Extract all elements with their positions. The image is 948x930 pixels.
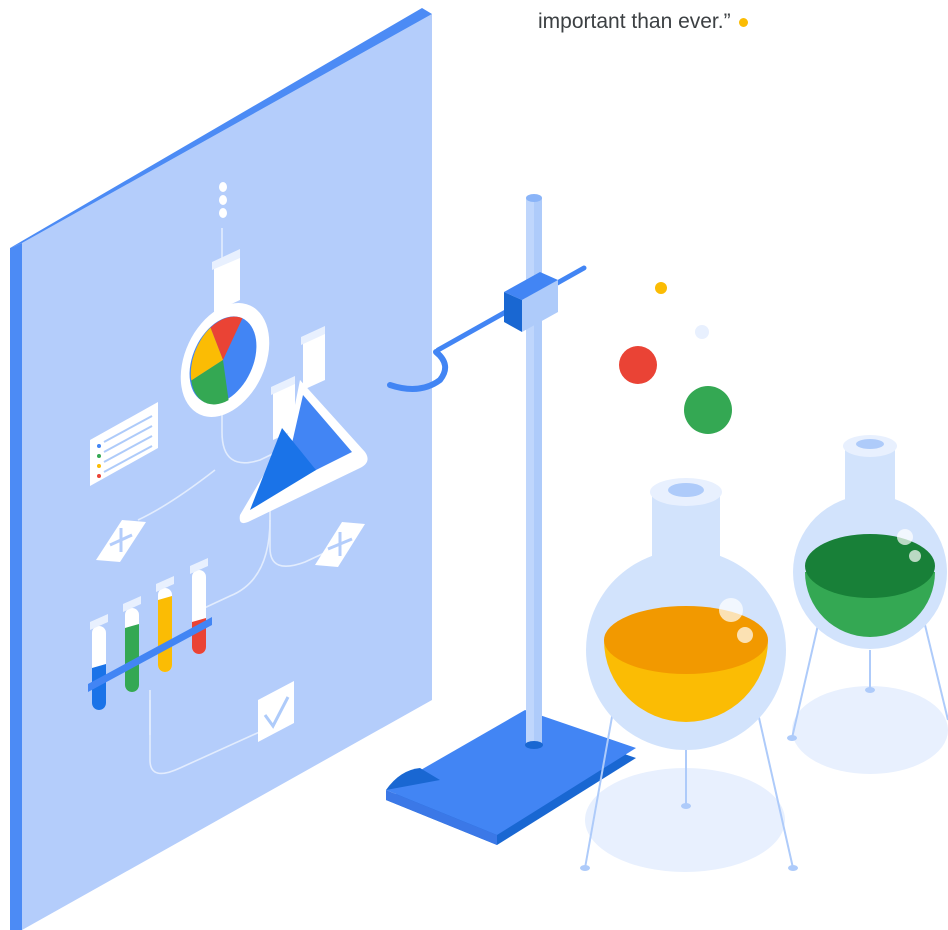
floating-bubbles	[619, 282, 732, 434]
green-flask	[787, 435, 948, 774]
science-lab-illustration	[10, 8, 948, 930]
orange-flask	[580, 478, 798, 872]
board-panel	[10, 8, 432, 930]
drip-dots	[219, 182, 227, 218]
